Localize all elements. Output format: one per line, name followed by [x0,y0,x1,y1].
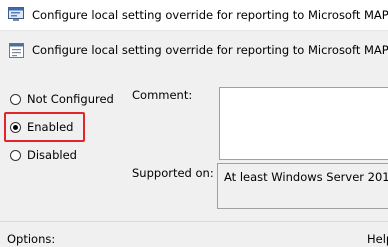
radio-disabled-button[interactable] [10,149,21,161]
policy-dialog-content: Configure local setting override for rep… [0,31,388,247]
radio-enabled-button[interactable] [10,121,21,133]
radio-enabled[interactable]: Enabled [10,119,73,135]
comment-label: Comment: [132,88,193,102]
policy-window-icon [8,7,24,21]
policy-setting-title: Configure local setting override for rep… [32,43,388,57]
policy-setting-icon [9,43,24,58]
radio-not-configured[interactable]: Not Configured [10,91,114,107]
options-label: Options: [7,232,56,246]
supported-on-label: Supported on: [132,166,214,180]
radio-not-configured-label: Not Configured [27,92,114,106]
help-label: Help: [367,232,388,246]
window-titlebar: Configure local setting override for rep… [0,0,388,31]
radio-disabled[interactable]: Disabled [10,147,77,163]
radio-enabled-label: Enabled [27,120,74,134]
comment-textbox[interactable] [219,87,388,160]
section-separator [0,221,388,222]
radio-disabled-label: Disabled [27,148,77,162]
window-title: Configure local setting override for rep… [32,8,388,22]
supported-on-value: At least Windows Server 2012, W [217,163,388,209]
radio-not-configured-button[interactable] [10,93,21,105]
